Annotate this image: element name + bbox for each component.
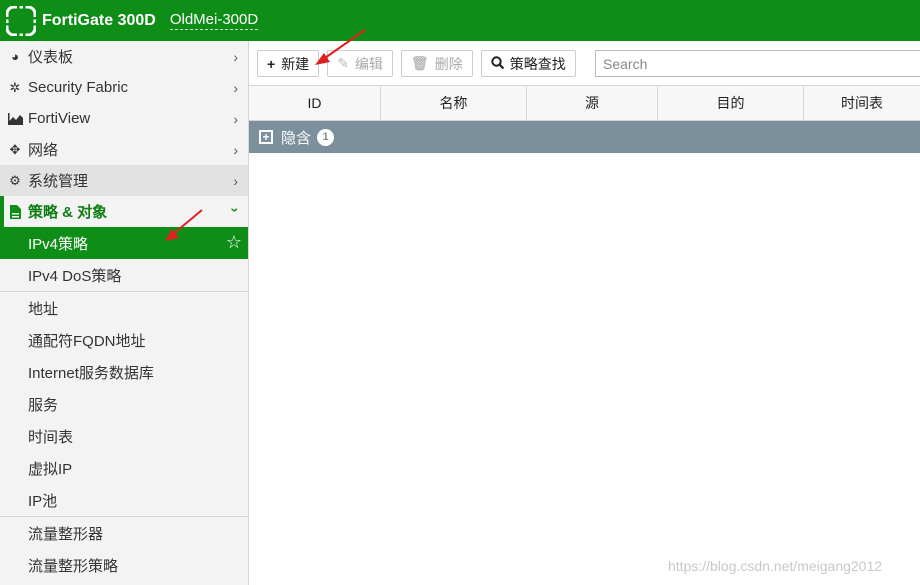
policy-icon — [7, 204, 23, 220]
sidebar-subitem-traffic-shapers[interactable]: 流量整形器 — [0, 517, 248, 549]
new-button-label: 新建 — [281, 55, 310, 72]
product-name: FortiGate 300D — [42, 11, 156, 29]
sidebar-subitem-label: IP池 — [28, 492, 58, 510]
search-placeholder: Search — [603, 55, 648, 72]
top-bar: FortiGate 300D OldMei-300D — [0, 0, 920, 41]
column-header-name[interactable]: 名称 — [381, 86, 527, 120]
chevron-right-icon: › — [233, 80, 238, 96]
trash-icon: 🗑 — [410, 55, 429, 71]
sidebar-subitem-internet-service-db[interactable]: Internet服务数据库 — [0, 356, 248, 388]
column-header-id[interactable]: ID — [249, 86, 381, 120]
sidebar-subitem-label: Internet服务数据库 — [28, 364, 154, 382]
sidebar-subitem-services[interactable]: 服务 — [0, 388, 248, 420]
column-header-schedule[interactable]: 时间表 — [804, 86, 920, 120]
star-icon[interactable]: ☆ — [226, 232, 242, 253]
sidebar: ◕ 仪表板 › ✲ Security Fabric › FortiView › … — [0, 41, 249, 585]
chevron-right-icon: › — [233, 142, 238, 158]
sidebar-item-network[interactable]: ✥ 网络 › — [0, 134, 248, 165]
sidebar-subitem-ipv4-policy[interactable]: IPv4策略 ☆ — [0, 227, 248, 259]
search-icon — [491, 55, 504, 72]
sidebar-subitem-label: IPv4策略 — [28, 235, 89, 253]
sidebar-subitem-label: 通配符FQDN地址 — [28, 332, 146, 350]
sidebar-subitem-label: 地址 — [28, 300, 59, 318]
chevron-right-icon: › — [233, 111, 238, 127]
group-count-badge: 1 — [317, 128, 335, 146]
delete-button-label: 删除 — [434, 55, 463, 72]
group-label: 隐含 — [281, 129, 312, 147]
sidebar-subitem-label: 服务 — [28, 396, 59, 414]
sidebar-subitem-label: 时间表 — [28, 428, 74, 446]
sidebar-subitem-label: IPv4 DoS策略 — [28, 267, 122, 285]
sidebar-item-label: FortiView — [28, 110, 91, 127]
plus-icon: + — [267, 55, 276, 72]
annotation-arrow-icon — [315, 29, 366, 65]
fortiview-icon — [7, 111, 23, 127]
sidebar-subitem-label: 流量整形器 — [28, 525, 104, 543]
dashboard-icon: ◕ — [11, 49, 19, 64]
network-icon: ✥ — [9, 141, 21, 157]
sidebar-item-system[interactable]: ⚙ 系统管理 › — [0, 165, 248, 196]
sidebar-subitem-virtual-ip[interactable]: 虚拟IP — [0, 452, 248, 484]
sidebar-item-label: 仪表板 — [28, 49, 74, 66]
sidebar-item-label: Security Fabric — [28, 79, 129, 96]
sidebar-subitem-schedules[interactable]: 时间表 — [0, 420, 248, 452]
annotation-arrow-icon — [165, 209, 203, 241]
sidebar-item-label: 网络 — [28, 142, 59, 159]
expand-icon[interactable]: + — [259, 130, 273, 144]
sidebar-subitem-wildcard-fqdn[interactable]: 通配符FQDN地址 — [0, 324, 248, 356]
toolbar: + 新建 ✎ 编辑 🗑 删除 策略查找 — [257, 50, 576, 77]
sidebar-subitem-ipv4-dos[interactable]: IPv4 DoS策略 — [0, 259, 248, 291]
security-fabric-icon: ✲ — [9, 79, 21, 95]
gear-icon: ⚙ — [9, 172, 21, 188]
fortinet-logo-icon — [5, 5, 37, 36]
sidebar-item-security-fabric[interactable]: ✲ Security Fabric › — [0, 72, 248, 103]
sidebar-item-label: 策略 & 对象 — [28, 204, 108, 221]
table-group-row[interactable]: + 隐含 1 — [249, 121, 920, 153]
sidebar-subitem-ip-pools[interactable]: IP池 — [0, 484, 248, 516]
sidebar-item-dashboard[interactable]: ◕ 仪表板 › — [0, 41, 248, 72]
table-header: ID 名称 源 目的 时间表 — [249, 85, 920, 121]
column-header-source[interactable]: 源 — [527, 86, 658, 120]
policy-lookup-label: 策略查找 — [509, 55, 566, 72]
sidebar-item-label: 系统管理 — [28, 173, 89, 190]
hostname-link[interactable]: OldMei-300D — [169, 11, 259, 30]
sidebar-subitem-label: 虚拟IP — [28, 460, 73, 478]
sidebar-subitem-label: 流量整形策略 — [28, 557, 119, 575]
chevron-right-icon: › — [233, 49, 238, 65]
chevron-right-icon: › — [233, 173, 238, 189]
sidebar-subitem-address[interactable]: 地址 — [0, 292, 248, 324]
sidebar-subitem-traffic-shaping-policy[interactable]: 流量整形策略 — [0, 549, 248, 581]
sidebar-item-policy-objects[interactable]: 策略 & 对象 › — [0, 196, 248, 227]
sidebar-item-fortiview[interactable]: FortiView › — [0, 103, 248, 134]
watermark: https://blog.csdn.net/meigang2012 — [668, 558, 883, 574]
delete-button[interactable]: 🗑 删除 — [400, 50, 473, 77]
chevron-down-icon: › — [227, 207, 244, 213]
column-header-destination[interactable]: 目的 — [658, 86, 804, 120]
search-input[interactable]: Search — [595, 50, 920, 77]
policy-lookup-button[interactable]: 策略查找 — [480, 50, 576, 77]
